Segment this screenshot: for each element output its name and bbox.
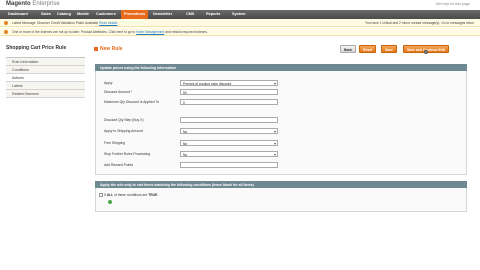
main-nav: Dashboard Sales Catalog Mobile Customers…: [0, 10, 480, 19]
free-shipping-row: Free Shipping No: [104, 140, 294, 147]
condition-tree-icon: [99, 193, 103, 197]
page-title: New Rule: [100, 46, 123, 52]
logo-edition: Enterprise: [32, 1, 60, 7]
apply-to-shipping-select[interactable]: No: [180, 128, 278, 134]
discount-qty-step-label: Discount Qty Step (Buy X): [104, 118, 144, 122]
nav-item-cms[interactable]: CMS: [186, 12, 194, 16]
help-link[interactable]: Get help for this page: [436, 2, 470, 6]
max-qty-row: Maximum Qty Discount is Applied To 0: [104, 99, 294, 106]
nav-item-reports[interactable]: Reports: [206, 12, 220, 16]
add-reward-points-row: Add Reward Points: [104, 162, 294, 169]
tab-related-banners[interactable]: Related Banners: [6, 90, 85, 98]
reset-button[interactable]: Reset: [359, 45, 377, 53]
system-message-bar: Latest Message: Discover Credit Validati…: [0, 19, 480, 27]
condition-value-select[interactable]: TRUE: [148, 193, 157, 197]
index-message-bar: One or more of the Indexes are not up to…: [0, 28, 480, 36]
apply-to-shipping-label: Apply to Shipping Amount: [104, 129, 143, 133]
add-condition-icon[interactable]: [108, 200, 112, 204]
mouse-cursor-icon: [424, 50, 428, 54]
nav-item-newsletter[interactable]: Newsletter: [153, 12, 172, 16]
nav-item-customers[interactable]: Customers: [96, 12, 116, 16]
stop-further-rules-select[interactable]: No: [180, 151, 278, 157]
free-shipping-select[interactable]: No: [180, 140, 278, 146]
condition-prefix: If: [104, 193, 106, 197]
stop-further-rules-row: Stop Further Rules Processing No: [104, 151, 294, 158]
back-button[interactable]: Back: [340, 45, 357, 53]
nav-item-sales[interactable]: Sales: [41, 12, 51, 16]
sidebar-title: Shopping Cart Price Rule: [6, 45, 67, 51]
tab-labels[interactable]: Labels: [6, 82, 85, 90]
max-qty-input[interactable]: 0: [180, 99, 278, 105]
apply-row: Apply Percent of product price discount: [104, 80, 294, 87]
warning-icon: [4, 21, 8, 26]
apply-to-shipping-row: Apply to Shipping Amount No: [104, 128, 294, 135]
sidebar-tabs: Rule Information Conditions Actions Labe…: [6, 57, 85, 98]
discount-amount-input[interactable]: 50: [180, 89, 278, 95]
conditions-section-header: Apply the rule only to cart items matchi…: [95, 181, 467, 188]
discount-amount-label: Discount Amount *: [104, 90, 132, 94]
apply-select[interactable]: Percent of product price discount: [180, 80, 278, 86]
magento-logo[interactable]: Magento Enterprise: [6, 1, 60, 7]
discount-qty-step-row: Discount Qty Step (Buy X): [104, 117, 294, 124]
tab-rule-information[interactable]: Rule Information: [6, 58, 85, 66]
condition-suffix: :: [157, 193, 159, 197]
messages-inbox-link[interactable]: You have 1 critical and 2 minor unread m…: [365, 21, 474, 25]
tab-actions[interactable]: Actions: [6, 74, 85, 82]
logo-brand: Magento: [6, 1, 31, 7]
message-read-details-link[interactable]: Read details: [99, 21, 117, 25]
save-button[interactable]: Save: [381, 45, 397, 53]
nav-item-mobile[interactable]: Mobile: [77, 12, 89, 16]
max-qty-label: Maximum Qty Discount is Applied To: [104, 100, 159, 104]
apply-label: Apply: [104, 81, 113, 85]
discount-amount-row: Discount Amount * 50: [104, 89, 294, 96]
actions-section-header: Update prices using the following inform…: [95, 64, 467, 71]
add-reward-points-label: Add Reward Points: [104, 163, 134, 167]
condition-middle-text: of these conditions are: [114, 193, 148, 197]
nav-item-promotions[interactable]: Promotions: [121, 10, 149, 19]
warning-icon: [4, 30, 8, 35]
message-text: Latest Message: Discover Credit Validati…: [12, 21, 99, 25]
condition-statement: If ALL of these conditions are TRUE:: [104, 193, 158, 197]
add-reward-points-input[interactable]: [180, 162, 278, 168]
index-management-link[interactable]: Index Management: [136, 30, 164, 34]
conditions-section-body: [95, 188, 467, 212]
rule-icon: [94, 47, 98, 51]
condition-aggregator-select[interactable]: ALL: [107, 193, 113, 197]
nav-item-system[interactable]: System: [232, 12, 246, 16]
stop-further-rules-label: Stop Further Rules Processing: [104, 152, 151, 156]
tab-conditions[interactable]: Conditions: [6, 66, 85, 74]
header: Magento Enterprise Get help for this pag…: [0, 0, 480, 10]
free-shipping-label: Free Shipping: [104, 141, 126, 145]
discount-qty-step-input[interactable]: [180, 117, 278, 123]
nav-item-dashboard[interactable]: Dashboard: [8, 12, 28, 16]
nav-item-catalog[interactable]: Catalog: [57, 12, 71, 16]
message-text: One or more of the Indexes are not up to…: [12, 30, 136, 34]
message-suffix: and rebuild required indexes.: [165, 30, 208, 34]
